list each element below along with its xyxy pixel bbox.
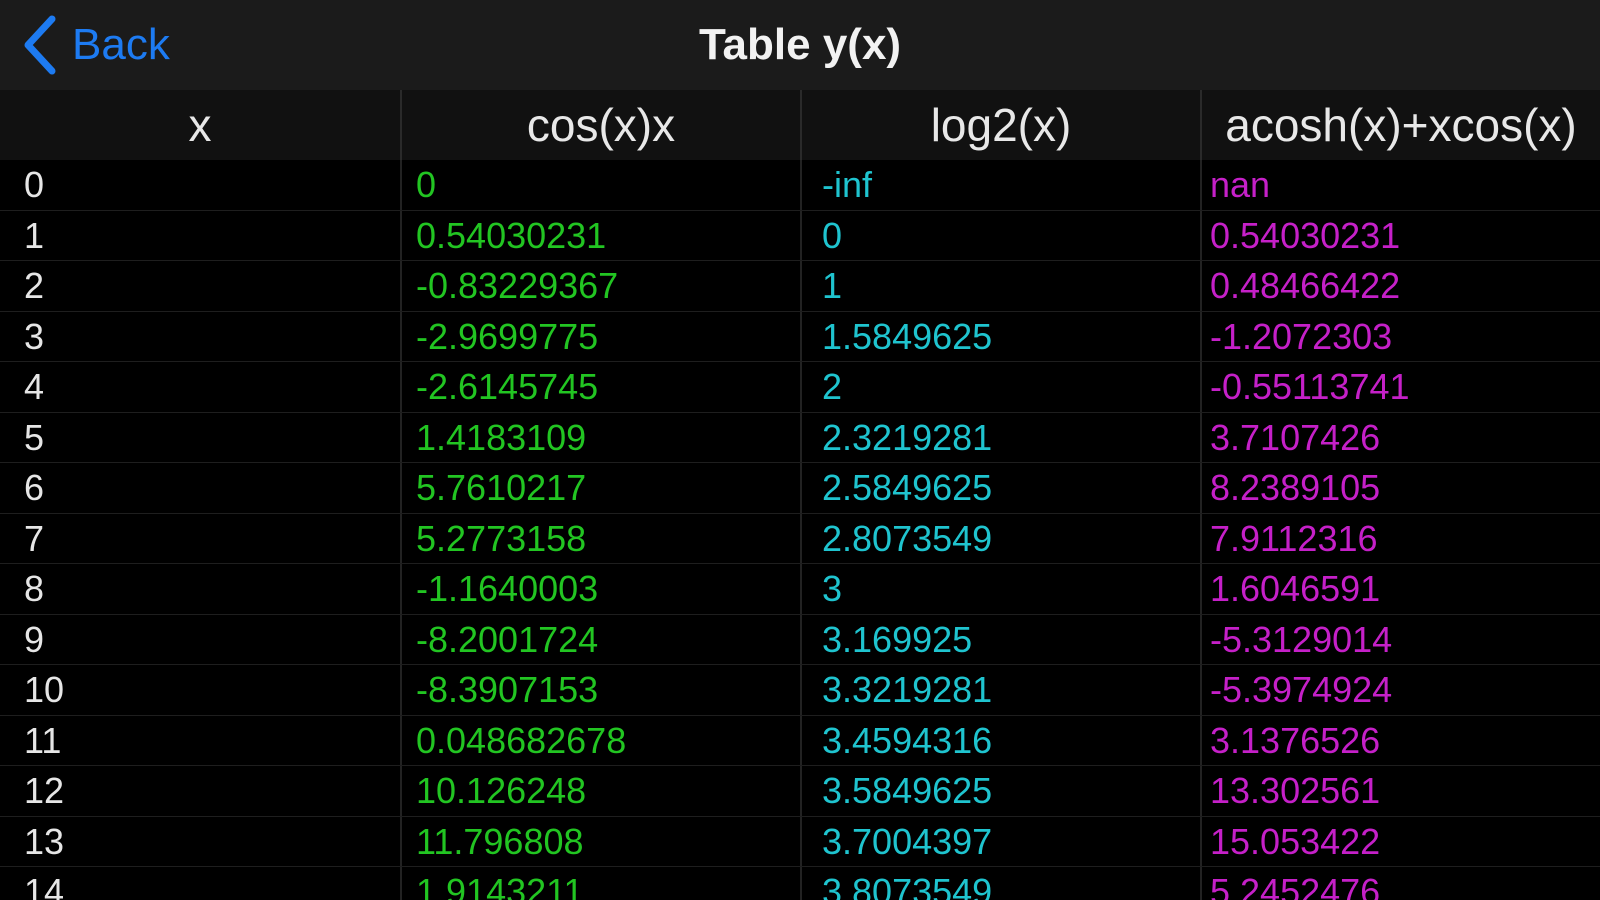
cell-x: 7 (0, 513, 402, 563)
cell-x: 13 (0, 816, 402, 866)
cell-function-1: 0 (402, 160, 802, 210)
navigation-bar: Back Table y(x) (0, 0, 1600, 90)
cell-function-3: 1.6046591 (1210, 568, 1381, 609)
cell-function-2: -inf (802, 160, 1202, 210)
table-row[interactable]: 6 5.7610217 2.5849625 8.2389105 (0, 463, 1600, 514)
cell-function-1: -0.83229367 (402, 261, 802, 311)
column-header-x[interactable]: x (0, 90, 402, 160)
column-header-function-2[interactable]: log2(x) (802, 90, 1202, 160)
cell-function-1: 0.048682678 (402, 715, 802, 765)
table-row[interactable]: 5 1.4183109 2.3219281 3.7107426 (0, 412, 1600, 463)
cell-function-1: -2.9699775 (402, 311, 802, 361)
table-header: x cos(x)x log2(x) acosh(x)+xcos(x) (0, 90, 1600, 160)
cell-function-2: 3.8073549 (802, 867, 1202, 900)
cell-function-1: 11.796808 (402, 816, 802, 866)
table-row[interactable]: 9 -8.2001724 3.169925 -5.3129014 (0, 614, 1600, 665)
cell-x: 8 (0, 564, 402, 614)
cell-function-1: -1.1640003 (402, 564, 802, 614)
cell-function-2: 3.5849625 (802, 766, 1202, 816)
cell-function-3: 3.1376526 (1210, 719, 1381, 761)
cell-function-3: 5.2452476 (1210, 871, 1381, 900)
cell-x: 12 (0, 766, 402, 816)
cell-function-1: 5.2773158 (402, 513, 802, 563)
cell-function-2: 1.5849625 (802, 311, 1202, 361)
cell-function-3: 3.7107426 (1210, 416, 1381, 458)
cell-x: 2 (0, 261, 402, 311)
cell-function-3: 8.2389105 (1210, 467, 1381, 508)
cell-function-1: 10.126248 (402, 766, 802, 816)
table-row[interactable]: 13 11.796808 3.7004397 15.053422 (0, 816, 1600, 867)
cell-x: 3 (0, 311, 402, 361)
table-row[interactable]: 2 -0.83229367 1 0.48466422 (0, 261, 1600, 312)
table-row[interactable]: 12 10.126248 3.5849625 13.302561 (0, 766, 1600, 817)
cell-x: 10 (0, 665, 402, 715)
cell-function-3: -5.3129014 (1210, 618, 1393, 660)
cell-x: 1 (0, 210, 402, 260)
column-header-function-1[interactable]: cos(x)x (402, 90, 802, 160)
table-row[interactable]: 11 0.048682678 3.4594316 3.1376526 (0, 715, 1600, 766)
table-row[interactable]: 14 1.9143211 3.8073549 5.2452476 (0, 867, 1600, 900)
cell-function-2: 3.4594316 (802, 715, 1202, 765)
column-header-function-3[interactable]: acosh(x)+xcos(x) (1202, 90, 1600, 160)
cell-function-1: -8.3907153 (402, 665, 802, 715)
cell-x: 6 (0, 463, 402, 513)
cell-function-3: nan (1210, 164, 1271, 205)
cell-function-2: 0 (802, 210, 1202, 260)
cell-function-3: 7.9112316 (1210, 517, 1378, 559)
cell-function-1: -2.6145745 (402, 362, 802, 412)
cell-function-3: 0.54030231 (1210, 214, 1401, 256)
cell-function-1: 5.7610217 (402, 463, 802, 513)
table-row[interactable]: 4 -2.6145745 2 -0.55113741 (0, 362, 1600, 413)
cell-function-3: -1.2072303 (1210, 315, 1393, 357)
app-window: Back Table y(x) x cos(x)x log2(x) acosh(… (0, 0, 1600, 900)
cell-function-2: 2.5849625 (802, 463, 1202, 513)
cell-function-3: -0.55113741 (1210, 366, 1410, 407)
table-body[interactable]: 0 0 -inf nan 1 0.54030231 0 0.54030231 2 -0.83229… (0, 160, 1600, 900)
page-title: Table y(x) (698, 20, 902, 69)
table-row[interactable]: 3 -2.9699775 1.5849625 -1.2072303 (0, 311, 1600, 362)
cell-function-1: 1.9143211 (402, 867, 802, 900)
cell-function-2: 2 (802, 362, 1202, 412)
cell-x: 11 (0, 715, 402, 765)
cell-x: 0 (0, 160, 402, 210)
cell-x: 9 (0, 614, 402, 664)
cell-function-3: 13.302561 (1210, 770, 1381, 811)
cell-function-2: 3 (802, 564, 1202, 614)
table-row[interactable]: 7 5.2773158 2.8073549 7.9112316 (0, 513, 1600, 564)
cell-function-1: 0.54030231 (402, 210, 802, 260)
cell-function-1: -8.2001724 (402, 614, 802, 664)
table-row[interactable]: 0 0 -inf nan (0, 160, 1600, 211)
cell-x: 14 (0, 867, 402, 900)
cell-function-3: 15.053422 (1210, 820, 1381, 862)
cell-function-3: 0.48466422 (1210, 265, 1401, 306)
cell-function-1: 1.4183109 (402, 412, 802, 462)
cell-function-2: 2.3219281 (802, 412, 1202, 462)
cell-function-2: 2.8073549 (802, 513, 1202, 563)
table-row[interactable]: 8 -1.1640003 3 1.6046591 (0, 564, 1600, 615)
cell-function-2: 3.169925 (802, 614, 1202, 664)
cell-function-2: 3.3219281 (802, 665, 1202, 715)
cell-x: 4 (0, 362, 402, 412)
cell-x: 5 (0, 412, 402, 462)
table-row[interactable]: 1 0.54030231 0 0.54030231 (0, 210, 1600, 261)
cell-function-2: 1 (802, 261, 1202, 311)
table-row[interactable]: 10 -8.3907153 3.3219281 -5.3974924 (0, 665, 1600, 716)
cell-function-3: -5.3974924 (1210, 669, 1393, 710)
values-table: x cos(x)x log2(x) acosh(x)+xcos(x) 0 0 -in… (0, 90, 1600, 900)
cell-function-2: 3.7004397 (802, 816, 1202, 866)
